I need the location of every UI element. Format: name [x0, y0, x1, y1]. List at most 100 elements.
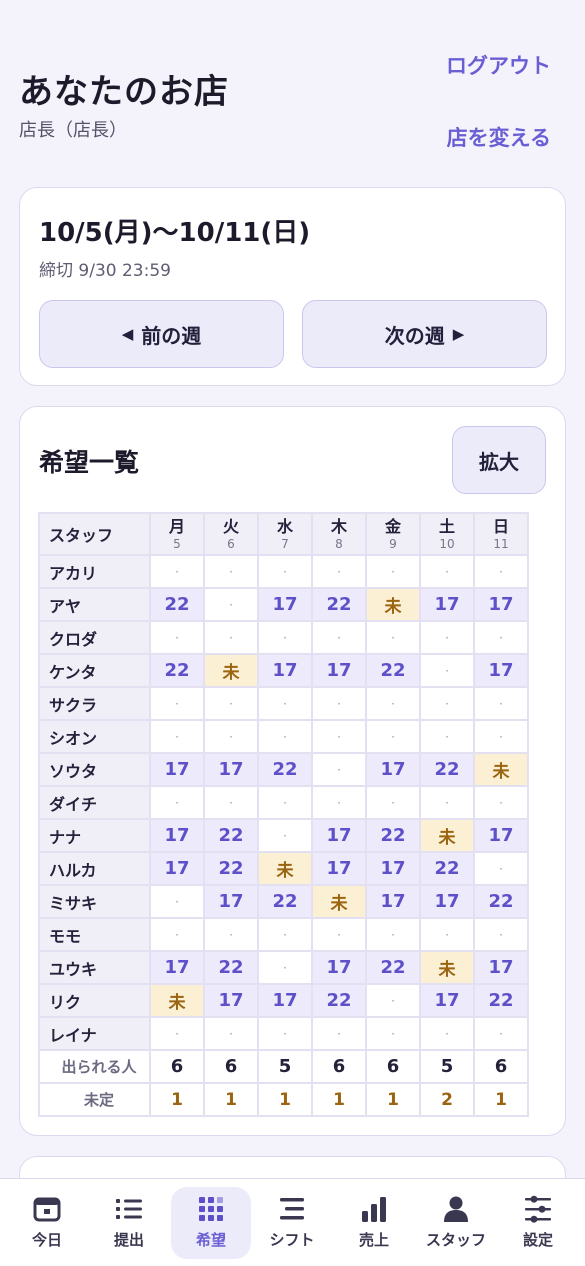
request-cell[interactable]: 22	[259, 754, 311, 785]
request-cell[interactable]: ·	[205, 1018, 257, 1049]
request-cell[interactable]: 17	[205, 985, 257, 1016]
request-cell[interactable]: 17	[151, 820, 203, 851]
request-cell[interactable]: ·	[151, 622, 203, 653]
request-cell[interactable]: ·	[367, 787, 419, 818]
request-cell[interactable]: ·	[421, 655, 473, 686]
request-cell[interactable]: ·	[421, 1018, 473, 1049]
request-cell[interactable]: ·	[259, 1018, 311, 1049]
request-cell[interactable]: 未	[421, 820, 473, 851]
tab-settings[interactable]: 設定	[498, 1187, 578, 1259]
request-cell[interactable]: ·	[313, 754, 365, 785]
request-cell[interactable]: ·	[151, 1018, 203, 1049]
request-cell[interactable]: ·	[259, 622, 311, 653]
tab-requests[interactable]: 希望	[171, 1187, 251, 1259]
request-cell[interactable]: 17	[367, 853, 419, 884]
request-cell[interactable]: ·	[313, 556, 365, 587]
request-cell[interactable]: ·	[205, 589, 257, 620]
next-week-button[interactable]: 次の週 ▶	[302, 300, 547, 368]
request-cell[interactable]: 17	[259, 655, 311, 686]
request-cell[interactable]: ·	[151, 886, 203, 917]
request-cell[interactable]: ·	[475, 721, 527, 752]
request-cell[interactable]: ·	[259, 820, 311, 851]
zoom-button[interactable]: 拡大	[452, 426, 546, 494]
request-cell[interactable]: ·	[151, 919, 203, 950]
request-cell[interactable]: ·	[313, 1018, 365, 1049]
request-cell[interactable]: 17	[475, 952, 527, 983]
request-cell[interactable]: 17	[475, 655, 527, 686]
request-cell[interactable]: 17	[313, 655, 365, 686]
request-cell[interactable]: 未	[205, 655, 257, 686]
request-cell[interactable]: 22	[205, 853, 257, 884]
request-cell[interactable]: 22	[475, 886, 527, 917]
request-cell[interactable]: ·	[421, 721, 473, 752]
request-cell[interactable]: 17	[313, 952, 365, 983]
request-cell[interactable]: 17	[313, 820, 365, 851]
tab-submit[interactable]: 提出	[89, 1187, 169, 1259]
request-cell[interactable]: ·	[313, 622, 365, 653]
request-cell[interactable]: ·	[367, 556, 419, 587]
request-cell[interactable]: 17	[151, 853, 203, 884]
tab-today[interactable]: 今日	[7, 1187, 87, 1259]
tab-staff[interactable]: スタッフ	[416, 1187, 496, 1259]
request-cell[interactable]: ·	[205, 721, 257, 752]
request-cell[interactable]: 17	[259, 985, 311, 1016]
request-cell[interactable]: 未	[259, 853, 311, 884]
request-cell[interactable]: ·	[475, 1018, 527, 1049]
request-cell[interactable]: ·	[259, 688, 311, 719]
request-cell[interactable]: 22	[421, 754, 473, 785]
request-cell[interactable]: 17	[421, 886, 473, 917]
request-cell[interactable]: 22	[151, 589, 203, 620]
request-cell[interactable]: 22	[259, 886, 311, 917]
request-cell[interactable]: 17	[421, 985, 473, 1016]
request-cell[interactable]: 17	[259, 589, 311, 620]
request-cell[interactable]: 22	[313, 589, 365, 620]
request-cell[interactable]: ·	[475, 556, 527, 587]
request-cell[interactable]: 17	[205, 754, 257, 785]
request-cell[interactable]: ·	[313, 721, 365, 752]
request-cell[interactable]: ·	[421, 622, 473, 653]
tab-sales[interactable]: 売上	[334, 1187, 414, 1259]
request-cell[interactable]: 22	[313, 985, 365, 1016]
request-cell[interactable]: 22	[475, 985, 527, 1016]
request-cell[interactable]: ·	[205, 622, 257, 653]
request-cell[interactable]: ·	[205, 556, 257, 587]
request-cell[interactable]: ·	[205, 688, 257, 719]
request-cell[interactable]: 17	[475, 820, 527, 851]
request-cell[interactable]: ·	[313, 919, 365, 950]
request-cell[interactable]: ·	[475, 919, 527, 950]
request-cell[interactable]: 未	[475, 754, 527, 785]
request-cell[interactable]: ·	[367, 688, 419, 719]
request-cell[interactable]: 22	[367, 820, 419, 851]
request-cell[interactable]: 22	[205, 952, 257, 983]
request-cell[interactable]: 17	[313, 853, 365, 884]
request-cell[interactable]: ·	[421, 688, 473, 719]
request-cell[interactable]: ·	[313, 787, 365, 818]
request-cell[interactable]: 17	[151, 754, 203, 785]
request-cell[interactable]: 22	[421, 853, 473, 884]
request-cell[interactable]: 17	[367, 754, 419, 785]
request-cell[interactable]: ·	[367, 721, 419, 752]
request-cell[interactable]: 未	[313, 886, 365, 917]
request-cell[interactable]: ·	[259, 952, 311, 983]
request-cell[interactable]: ·	[259, 919, 311, 950]
request-cell[interactable]: 22	[151, 655, 203, 686]
request-cell[interactable]: ·	[205, 787, 257, 818]
request-cell[interactable]: ·	[367, 1018, 419, 1049]
request-cell[interactable]: ·	[205, 919, 257, 950]
request-cell[interactable]: 17	[421, 589, 473, 620]
request-cell[interactable]: ·	[367, 622, 419, 653]
request-cell[interactable]: 17	[367, 886, 419, 917]
request-cell[interactable]: ·	[475, 688, 527, 719]
request-cell[interactable]: ·	[313, 688, 365, 719]
request-cell[interactable]: 17	[151, 952, 203, 983]
request-cell[interactable]: ·	[151, 688, 203, 719]
request-cell[interactable]: 22	[205, 820, 257, 851]
request-cell[interactable]: ·	[475, 853, 527, 884]
request-cell[interactable]: ·	[151, 721, 203, 752]
request-cell[interactable]: 未	[421, 952, 473, 983]
request-cell[interactable]: ·	[421, 919, 473, 950]
request-cell[interactable]: ·	[259, 787, 311, 818]
request-cell[interactable]: ·	[367, 919, 419, 950]
logout-link[interactable]: ログアウト	[446, 50, 551, 80]
request-cell[interactable]: 17	[475, 589, 527, 620]
